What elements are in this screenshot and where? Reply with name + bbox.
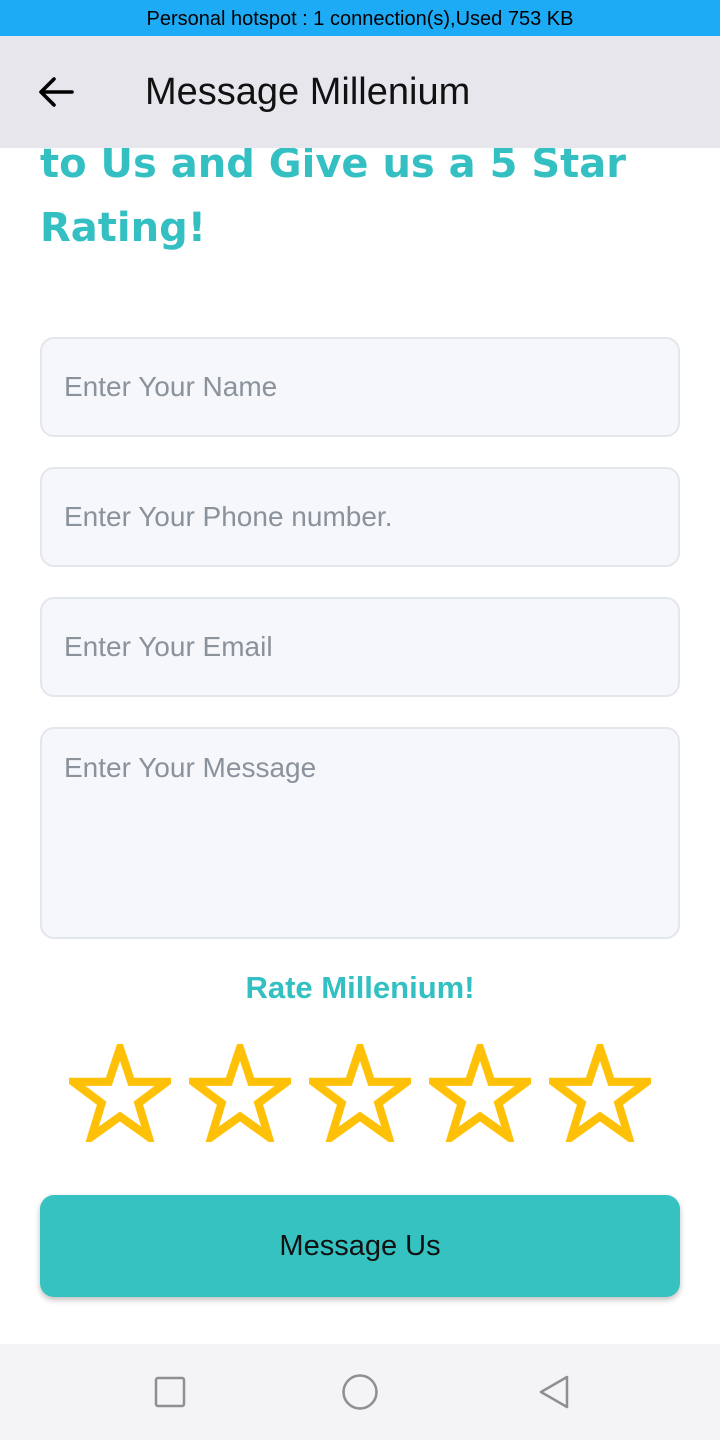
arrow-left-icon — [39, 77, 74, 107]
circle-home-icon — [342, 1374, 378, 1410]
star-outline-icon — [69, 1044, 171, 1142]
home-nav-button[interactable] — [336, 1368, 384, 1416]
headline-line-1: to Us and Give us a 5 Star — [40, 148, 626, 187]
page-title: Message Millenium — [145, 71, 471, 113]
star-1-button[interactable] — [60, 1038, 180, 1148]
recents-nav-button[interactable] — [146, 1368, 194, 1416]
star-2-button[interactable] — [180, 1038, 300, 1148]
headline-line-2: Rating! — [40, 205, 206, 251]
email-input[interactable] — [40, 597, 680, 697]
name-input[interactable] — [40, 337, 680, 437]
star-5-button[interactable] — [540, 1038, 660, 1148]
message-textarea[interactable] — [40, 727, 680, 939]
system-nav-bar — [0, 1344, 720, 1440]
star-outline-icon — [309, 1044, 411, 1142]
status-bar: Personal hotspot : 1 connection(s),Used … — [0, 0, 720, 36]
star-rating — [60, 1038, 660, 1148]
contact-form-screen[interactable]: to Us and Give us a 5 Star Rating! Rate … — [0, 148, 720, 1344]
app-bar: Message Millenium — [0, 36, 720, 148]
star-4-button[interactable] — [420, 1038, 540, 1148]
star-outline-icon — [549, 1044, 651, 1142]
star-outline-icon — [429, 1044, 531, 1142]
rate-label: Rate Millenium! — [245, 970, 475, 1005]
square-recents-icon — [154, 1376, 186, 1408]
phone-input[interactable] — [40, 467, 680, 567]
back-nav-button[interactable] — [530, 1368, 578, 1416]
star-outline-icon — [189, 1044, 291, 1142]
message-us-button[interactable]: Message Us — [40, 1195, 680, 1297]
triangle-back-icon — [539, 1375, 569, 1409]
status-bar-text: Personal hotspot : 1 connection(s),Used … — [146, 8, 574, 30]
headline: to Us and Give us a 5 Star Rating! — [40, 148, 680, 260]
back-button[interactable] — [26, 68, 86, 116]
star-3-button[interactable] — [300, 1038, 420, 1148]
